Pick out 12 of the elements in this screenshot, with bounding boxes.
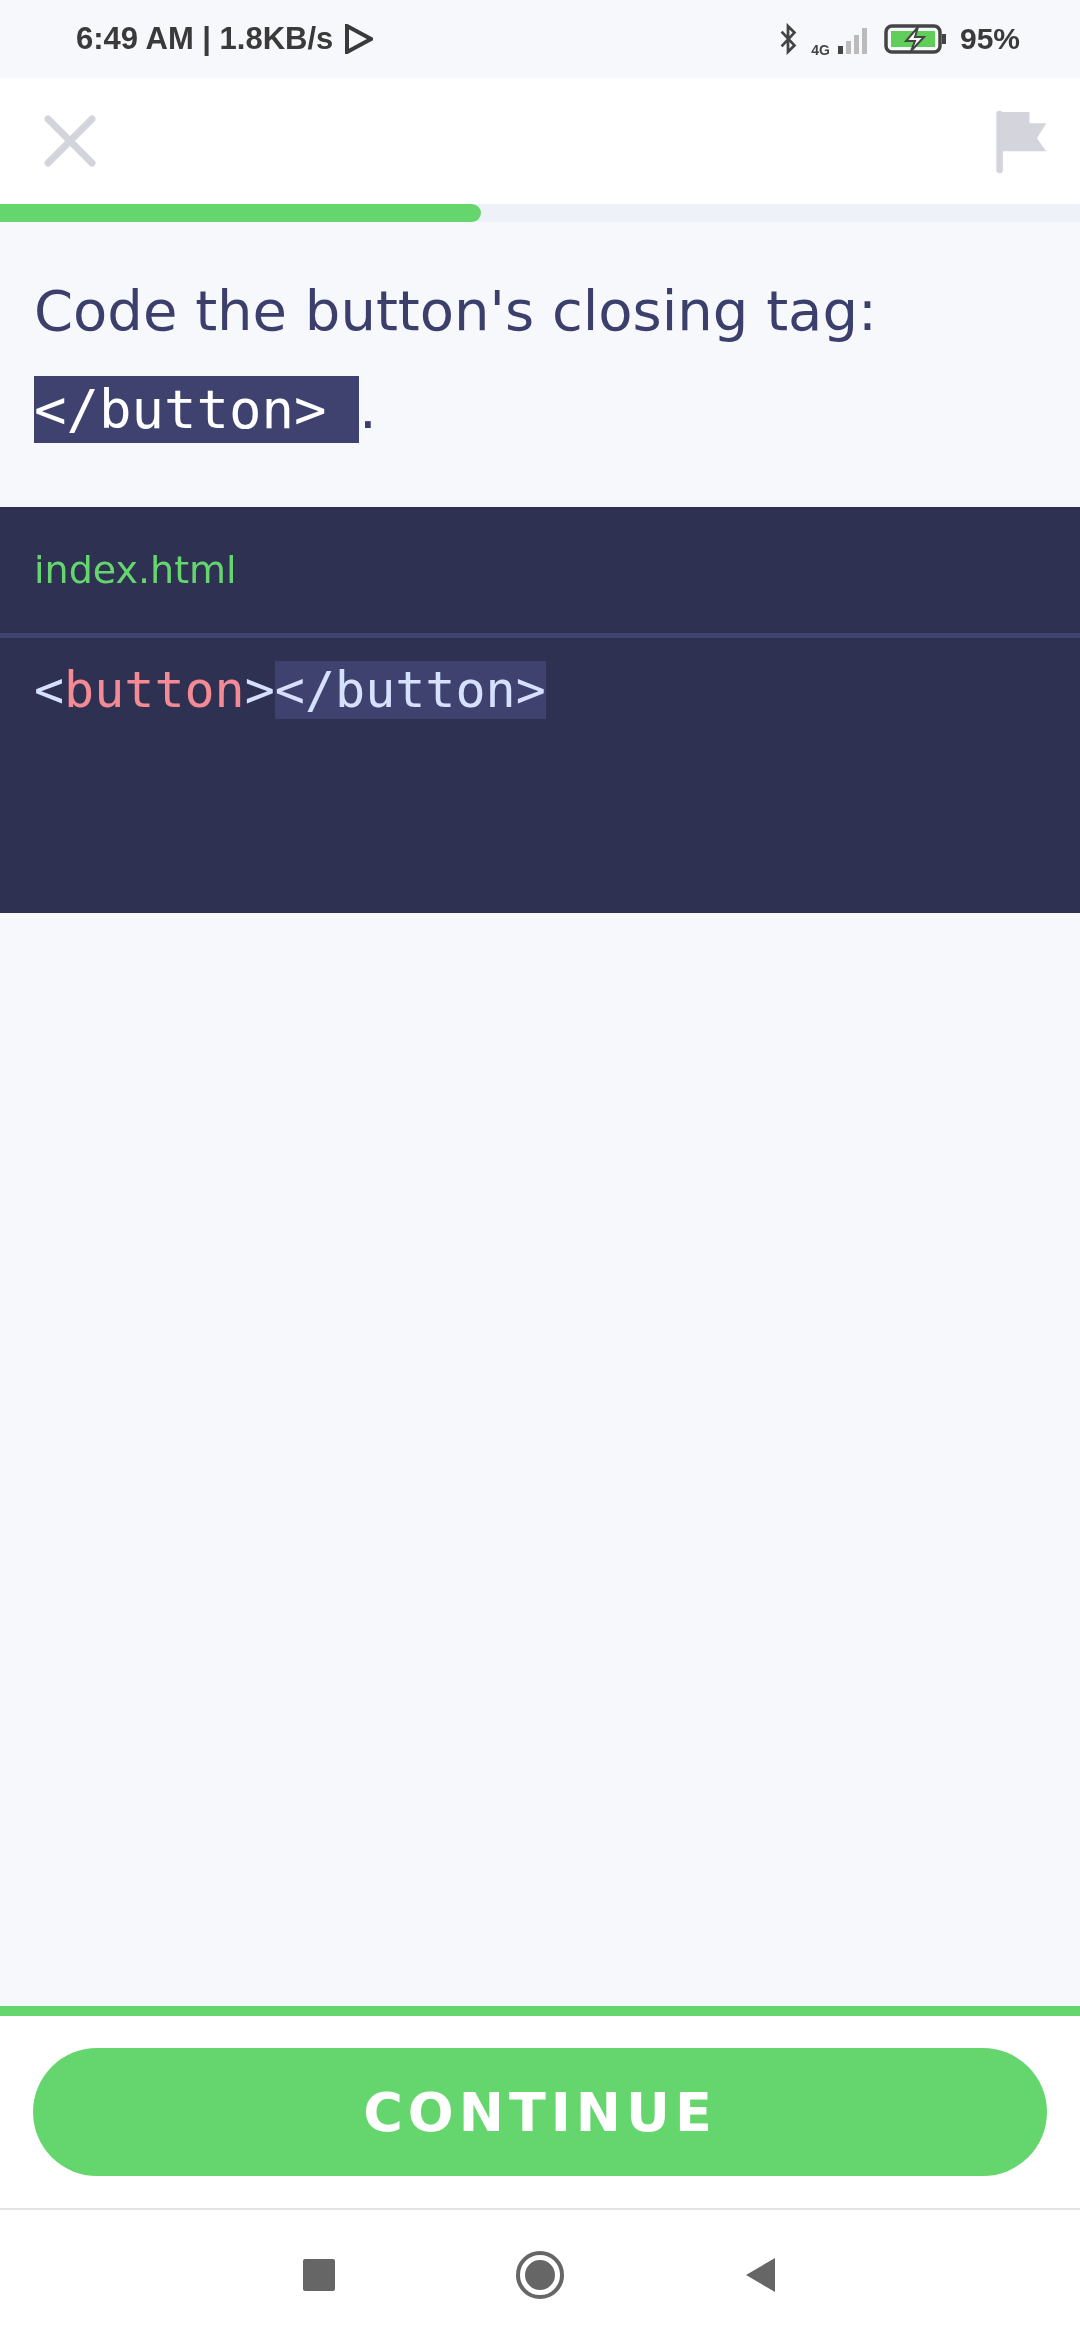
file-name: index.html bbox=[34, 548, 237, 592]
continue-button[interactable]: CONTINUE bbox=[33, 2048, 1047, 2176]
battery-percent: 95% bbox=[959, 22, 1020, 56]
network-type: 4G bbox=[811, 42, 830, 58]
recents-icon[interactable] bbox=[303, 2259, 335, 2291]
play-store-icon bbox=[345, 24, 374, 54]
home-icon[interactable] bbox=[515, 2250, 565, 2300]
back-icon[interactable] bbox=[745, 2257, 777, 2293]
status-time: 6:49 AM | 1.8KB/s bbox=[76, 21, 334, 57]
question-text: Code the button's closing tag: </button> . bbox=[33, 277, 878, 445]
battery-icon bbox=[883, 23, 948, 55]
code-line: <button></button> bbox=[33, 660, 547, 721]
